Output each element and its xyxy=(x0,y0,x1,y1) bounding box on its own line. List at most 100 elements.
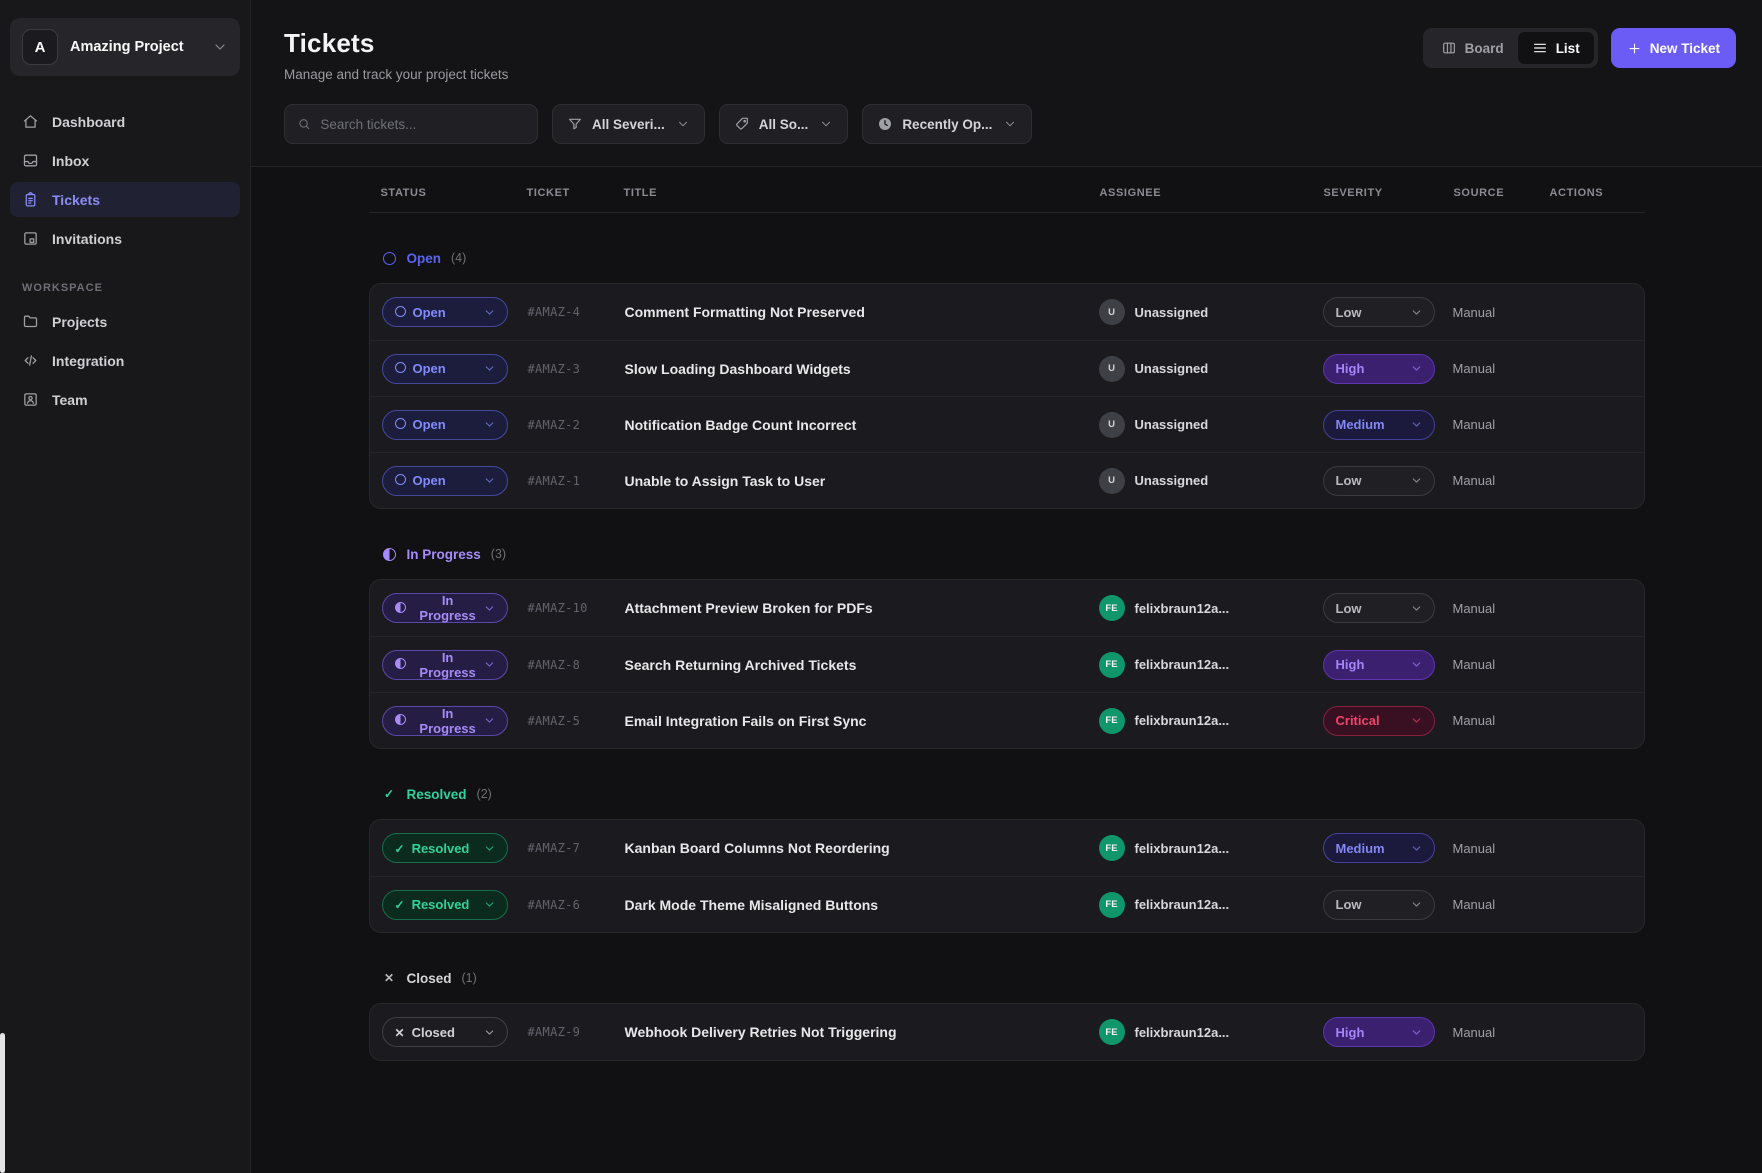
group-count: (1) xyxy=(462,971,477,985)
ticket-row[interactable]: Open #AMAZ-2 Notification Badge Count In… xyxy=(370,396,1644,452)
status-label: Open xyxy=(413,305,446,320)
severity-label: High xyxy=(1336,361,1365,376)
severity-select[interactable]: High xyxy=(1323,1017,1435,1047)
status-select[interactable]: ✓ Resolved xyxy=(382,890,508,920)
ticket-row[interactable]: ✓ Resolved #AMAZ-7 Kanban Board Columns … xyxy=(370,820,1644,876)
status-select[interactable]: Open xyxy=(382,466,508,496)
home-icon xyxy=(22,113,39,130)
assignee-name: Unassigned xyxy=(1135,305,1209,320)
new-ticket-button[interactable]: New Ticket xyxy=(1611,28,1736,68)
ticket-title: Comment Formatting Not Preserved xyxy=(625,304,1099,320)
main-content: Tickets Manage and track your project ti… xyxy=(251,0,1762,1173)
project-switcher[interactable]: A Amazing Project xyxy=(10,18,240,76)
severity-label: Medium xyxy=(1336,417,1385,432)
column-header-severity: Severity xyxy=(1324,187,1454,199)
tickets-table: StatusTicketTitleAssigneeSeveritySourceA… xyxy=(369,167,1645,1061)
severity-select[interactable]: Critical xyxy=(1323,706,1435,736)
search-input[interactable] xyxy=(320,117,525,132)
status-select[interactable]: Open xyxy=(382,354,508,384)
sidebar-item-dashboard[interactable]: Dashboard xyxy=(10,104,240,139)
column-header-assignee: Assignee xyxy=(1100,187,1324,199)
table-header: StatusTicketTitleAssigneeSeveritySourceA… xyxy=(369,187,1645,213)
sidebar-item-integration[interactable]: Integration xyxy=(10,343,240,378)
sidebar-item-inbox[interactable]: Inbox xyxy=(10,143,240,178)
assignee-name: felixbraun12a... xyxy=(1135,601,1230,616)
group-count: (4) xyxy=(451,251,466,265)
list-view-button[interactable]: List xyxy=(1518,32,1594,64)
assignee-avatar: FE xyxy=(1099,708,1125,734)
ticket-source: Manual xyxy=(1453,361,1549,376)
status-select[interactable]: In Progress xyxy=(382,650,508,680)
severity-select[interactable]: Low xyxy=(1323,297,1435,327)
search-icon xyxy=(297,116,311,132)
chevron-down-icon xyxy=(483,362,496,375)
assignee-avatar: U xyxy=(1099,356,1125,382)
tag-icon xyxy=(734,116,750,132)
ticket-row[interactable]: In Progress #AMAZ-10 Attachment Preview … xyxy=(370,580,1644,636)
severity-label: Medium xyxy=(1336,841,1385,856)
sort-filter[interactable]: Recently Op... xyxy=(862,104,1032,144)
severity-label: Low xyxy=(1336,305,1362,320)
ticket-row[interactable]: Open #AMAZ-1 Unable to Assign Task to Us… xyxy=(370,452,1644,508)
sidebar-item-team[interactable]: Team xyxy=(10,382,240,417)
assignee-name: felixbraun12a... xyxy=(1135,713,1230,728)
group-card: ✓ Resolved #AMAZ-7 Kanban Board Columns … xyxy=(369,819,1645,933)
assignee-name: felixbraun12a... xyxy=(1135,1025,1230,1040)
tickets-table-section: StatusTicketTitleAssigneeSeveritySourceA… xyxy=(251,166,1762,1173)
severity-select[interactable]: Medium xyxy=(1323,410,1435,440)
status-icon: ✕ xyxy=(395,1025,405,1040)
status-select[interactable]: Open xyxy=(382,410,508,440)
ticket-id: #AMAZ-7 xyxy=(528,841,625,855)
chevron-down-icon xyxy=(483,898,496,911)
ticket-row[interactable]: ✓ Resolved #AMAZ-6 Dark Mode Theme Misal… xyxy=(370,876,1644,932)
ticket-row[interactable]: ✕ Closed #AMAZ-9 Webhook Delivery Retrie… xyxy=(370,1004,1644,1060)
chevron-down-icon xyxy=(1410,714,1423,727)
ticket-row[interactable]: In Progress #AMAZ-8 Search Returning Arc… xyxy=(370,636,1644,692)
workspace-section-label: WORKSPACE xyxy=(22,282,228,294)
ticket-id: #AMAZ-1 xyxy=(528,474,625,488)
chevron-down-icon xyxy=(1410,418,1423,431)
assignee-cell: FE felixbraun12a... xyxy=(1099,595,1323,621)
status-select[interactable]: In Progress xyxy=(382,706,508,736)
ticket-row[interactable]: Open #AMAZ-3 Slow Loading Dashboard Widg… xyxy=(370,340,1644,396)
status-icon xyxy=(395,473,406,488)
severity-select[interactable]: Low xyxy=(1323,890,1435,920)
severity-label: Low xyxy=(1336,473,1362,488)
ticket-row[interactable]: Open #AMAZ-4 Comment Formatting Not Pres… xyxy=(370,284,1644,340)
status-label: Resolved xyxy=(412,841,470,856)
scrollbar-thumb[interactable] xyxy=(0,1033,5,1173)
ticket-title: Notification Badge Count Incorrect xyxy=(625,417,1099,433)
status-select[interactable]: Open xyxy=(382,297,508,327)
sidebar: A Amazing Project Dashboard Inbox Tickets I… xyxy=(0,0,251,1173)
severity-select[interactable]: High xyxy=(1323,650,1435,680)
chevron-down-icon xyxy=(1410,474,1423,487)
assignee-cell: U Unassigned xyxy=(1099,299,1323,325)
severity-select[interactable]: Low xyxy=(1323,466,1435,496)
sidebar-item-invitations[interactable]: Invitations xyxy=(10,221,240,256)
severity-filter[interactable]: All Severi... xyxy=(552,104,705,144)
severity-select[interactable]: Low xyxy=(1323,593,1435,623)
source-filter[interactable]: All So... xyxy=(719,104,849,144)
assignee-cell: U Unassigned xyxy=(1099,468,1323,494)
status-select[interactable]: ✕ Closed xyxy=(382,1017,508,1047)
sidebar-nav: Dashboard Inbox Tickets Invitations xyxy=(10,104,240,256)
severity-select[interactable]: Medium xyxy=(1323,833,1435,863)
severity-label: Critical xyxy=(1336,713,1380,728)
sidebar-item-label: Projects xyxy=(52,314,107,330)
filters-bar: All Severi... All So... Recently Op... xyxy=(251,82,1762,166)
board-view-button[interactable]: Board xyxy=(1427,32,1518,64)
ticket-source: Manual xyxy=(1453,473,1549,488)
chevron-down-icon xyxy=(1410,602,1423,615)
status-label: Resolved xyxy=(412,897,470,912)
chevron-down-icon xyxy=(483,1026,496,1039)
status-select[interactable]: ✓ Resolved xyxy=(382,833,508,863)
assignee-cell: U Unassigned xyxy=(1099,412,1323,438)
ticket-row[interactable]: In Progress #AMAZ-5 Email Integration Fa… xyxy=(370,692,1644,748)
sidebar-item-tickets[interactable]: Tickets xyxy=(10,182,240,217)
assignee-name: felixbraun12a... xyxy=(1135,897,1230,912)
status-select[interactable]: In Progress xyxy=(382,593,508,623)
severity-select[interactable]: High xyxy=(1323,354,1435,384)
group-name: Closed xyxy=(407,971,452,986)
sidebar-item-projects[interactable]: Projects xyxy=(10,304,240,339)
sidebar-item-label: Dashboard xyxy=(52,114,125,130)
